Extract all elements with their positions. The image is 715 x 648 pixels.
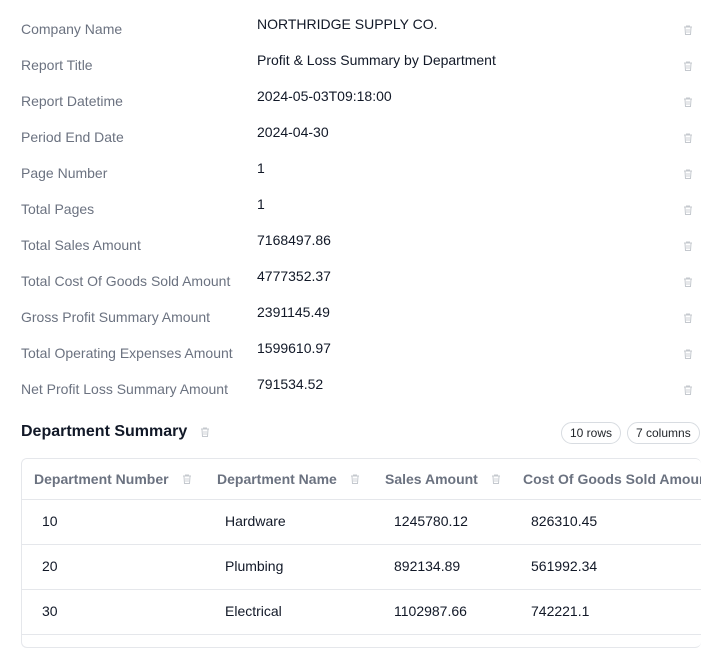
- table-cell: 10: [42, 513, 58, 529]
- trash-icon[interactable]: [682, 312, 694, 324]
- trash-icon[interactable]: [682, 204, 694, 216]
- field-label: Page Number: [21, 165, 108, 181]
- field-label: Net Profit Loss Summary Amount: [21, 381, 228, 397]
- field-row-total-pages: Total Pages 1: [0, 192, 715, 228]
- field-value[interactable]: 2024-05-03T09:18:00: [257, 88, 392, 104]
- table-header-row: Department Number Department Name Sales …: [22, 459, 701, 500]
- trash-icon[interactable]: [682, 168, 694, 180]
- field-row-gross-profit-summary-amount: Gross Profit Summary Amount 2391145.49: [0, 300, 715, 336]
- field-row-page-number: Page Number 1: [0, 156, 715, 192]
- field-row-total-cogs-amount: Total Cost Of Goods Sold Amount 4777352.…: [0, 264, 715, 300]
- field-value[interactable]: 2024-04-30: [257, 124, 329, 140]
- field-label: Total Operating Expenses Amount: [21, 345, 233, 361]
- table-cell: 20: [42, 558, 58, 574]
- table-cell: Electrical: [225, 603, 282, 619]
- section-title: Department Summary: [21, 423, 188, 440]
- trash-icon[interactable]: [682, 60, 694, 72]
- column-header-label: Sales Amount: [385, 471, 478, 487]
- field-label: Total Sales Amount: [21, 237, 141, 253]
- column-header-label: Department Name: [217, 471, 337, 487]
- field-value[interactable]: Profit & Loss Summary by Department: [257, 52, 496, 68]
- trash-icon[interactable]: [682, 240, 694, 252]
- field-value[interactable]: 7168497.86: [257, 232, 331, 248]
- trash-icon[interactable]: [181, 473, 193, 485]
- field-row-report-datetime: Report Datetime 2024-05-03T09:18:00: [0, 84, 715, 120]
- trash-icon[interactable]: [199, 426, 211, 438]
- table-cell: 742221.1: [531, 603, 590, 619]
- columns-count-badge: 7 columns: [627, 422, 700, 444]
- field-label: Total Pages: [21, 201, 95, 217]
- field-row-total-sales-amount: Total Sales Amount 7168497.86: [0, 228, 715, 264]
- table-cell: Plumbing: [225, 558, 284, 574]
- field-value[interactable]: 791534.52: [257, 376, 323, 392]
- field-value[interactable]: 2391145.49: [257, 304, 330, 320]
- rows-count-badge: 10 rows: [561, 422, 622, 444]
- trash-icon[interactable]: [682, 96, 694, 108]
- field-label: Report Title: [21, 57, 93, 73]
- table-cell: 561992.34: [531, 558, 598, 574]
- field-value[interactable]: 1: [257, 196, 265, 212]
- field-label: Report Datetime: [21, 93, 123, 109]
- table-row[interactable]: 10 Hardware 1245780.12 826310.45: [22, 500, 701, 545]
- field-value[interactable]: 4777352.37: [257, 268, 331, 284]
- field-row-company-name: Company Name NORTHRIDGE SUPPLY CO.: [0, 12, 715, 48]
- trash-icon[interactable]: [682, 348, 694, 360]
- trash-icon[interactable]: [682, 276, 694, 288]
- field-label: Total Cost Of Goods Sold Amount: [21, 273, 231, 289]
- table-cell: 30: [42, 603, 58, 619]
- field-label: Company Name: [21, 21, 123, 37]
- field-row-total-operating-expenses-amount: Total Operating Expenses Amount 1599610.…: [0, 336, 715, 372]
- column-header[interactable]: Cost Of Goods Sold Amount: [523, 471, 701, 487]
- table-row[interactable]: 20 Plumbing 892134.89 561992.34: [22, 545, 701, 590]
- department-summary-table: Department Number Department Name Sales …: [21, 458, 701, 648]
- field-row-report-title: Report Title Profit & Loss Summary by De…: [0, 48, 715, 84]
- trash-icon[interactable]: [349, 473, 361, 485]
- column-header-label: Cost Of Goods Sold Amount: [523, 471, 701, 487]
- field-row-net-profit-loss-summary-amount: Net Profit Loss Summary Amount 791534.52: [0, 372, 715, 408]
- field-list: Company Name NORTHRIDGE SUPPLY CO. Repor…: [0, 12, 715, 408]
- column-header[interactable]: Department Number: [34, 471, 193, 487]
- table-cell: 826310.45: [531, 513, 598, 529]
- table-row[interactable]: 30 Electrical 1102987.66 742221.1: [22, 590, 701, 635]
- field-value[interactable]: NORTHRIDGE SUPPLY CO.: [257, 16, 437, 32]
- column-header[interactable]: Department Name: [217, 471, 361, 487]
- table-cell: 892134.89: [394, 558, 461, 574]
- field-value[interactable]: 1599610.97: [257, 340, 331, 356]
- table-cell: Hardware: [225, 513, 286, 529]
- column-header[interactable]: Sales Amount: [385, 471, 502, 487]
- column-header-label: Department Number: [34, 471, 169, 487]
- trash-icon[interactable]: [682, 24, 694, 36]
- trash-icon[interactable]: [682, 132, 694, 144]
- table-cell: 1245780.12: [394, 513, 468, 529]
- field-row-period-end-date: Period End Date 2024-04-30: [0, 120, 715, 156]
- table-cell: 1102987.66: [394, 603, 467, 619]
- trash-icon[interactable]: [682, 384, 694, 396]
- field-label: Period End Date: [21, 129, 124, 145]
- department-summary-header: Department Summary 10 rows 7 columns: [0, 420, 715, 446]
- trash-icon[interactable]: [490, 473, 502, 485]
- field-label: Gross Profit Summary Amount: [21, 309, 211, 325]
- field-value[interactable]: 1: [257, 160, 265, 176]
